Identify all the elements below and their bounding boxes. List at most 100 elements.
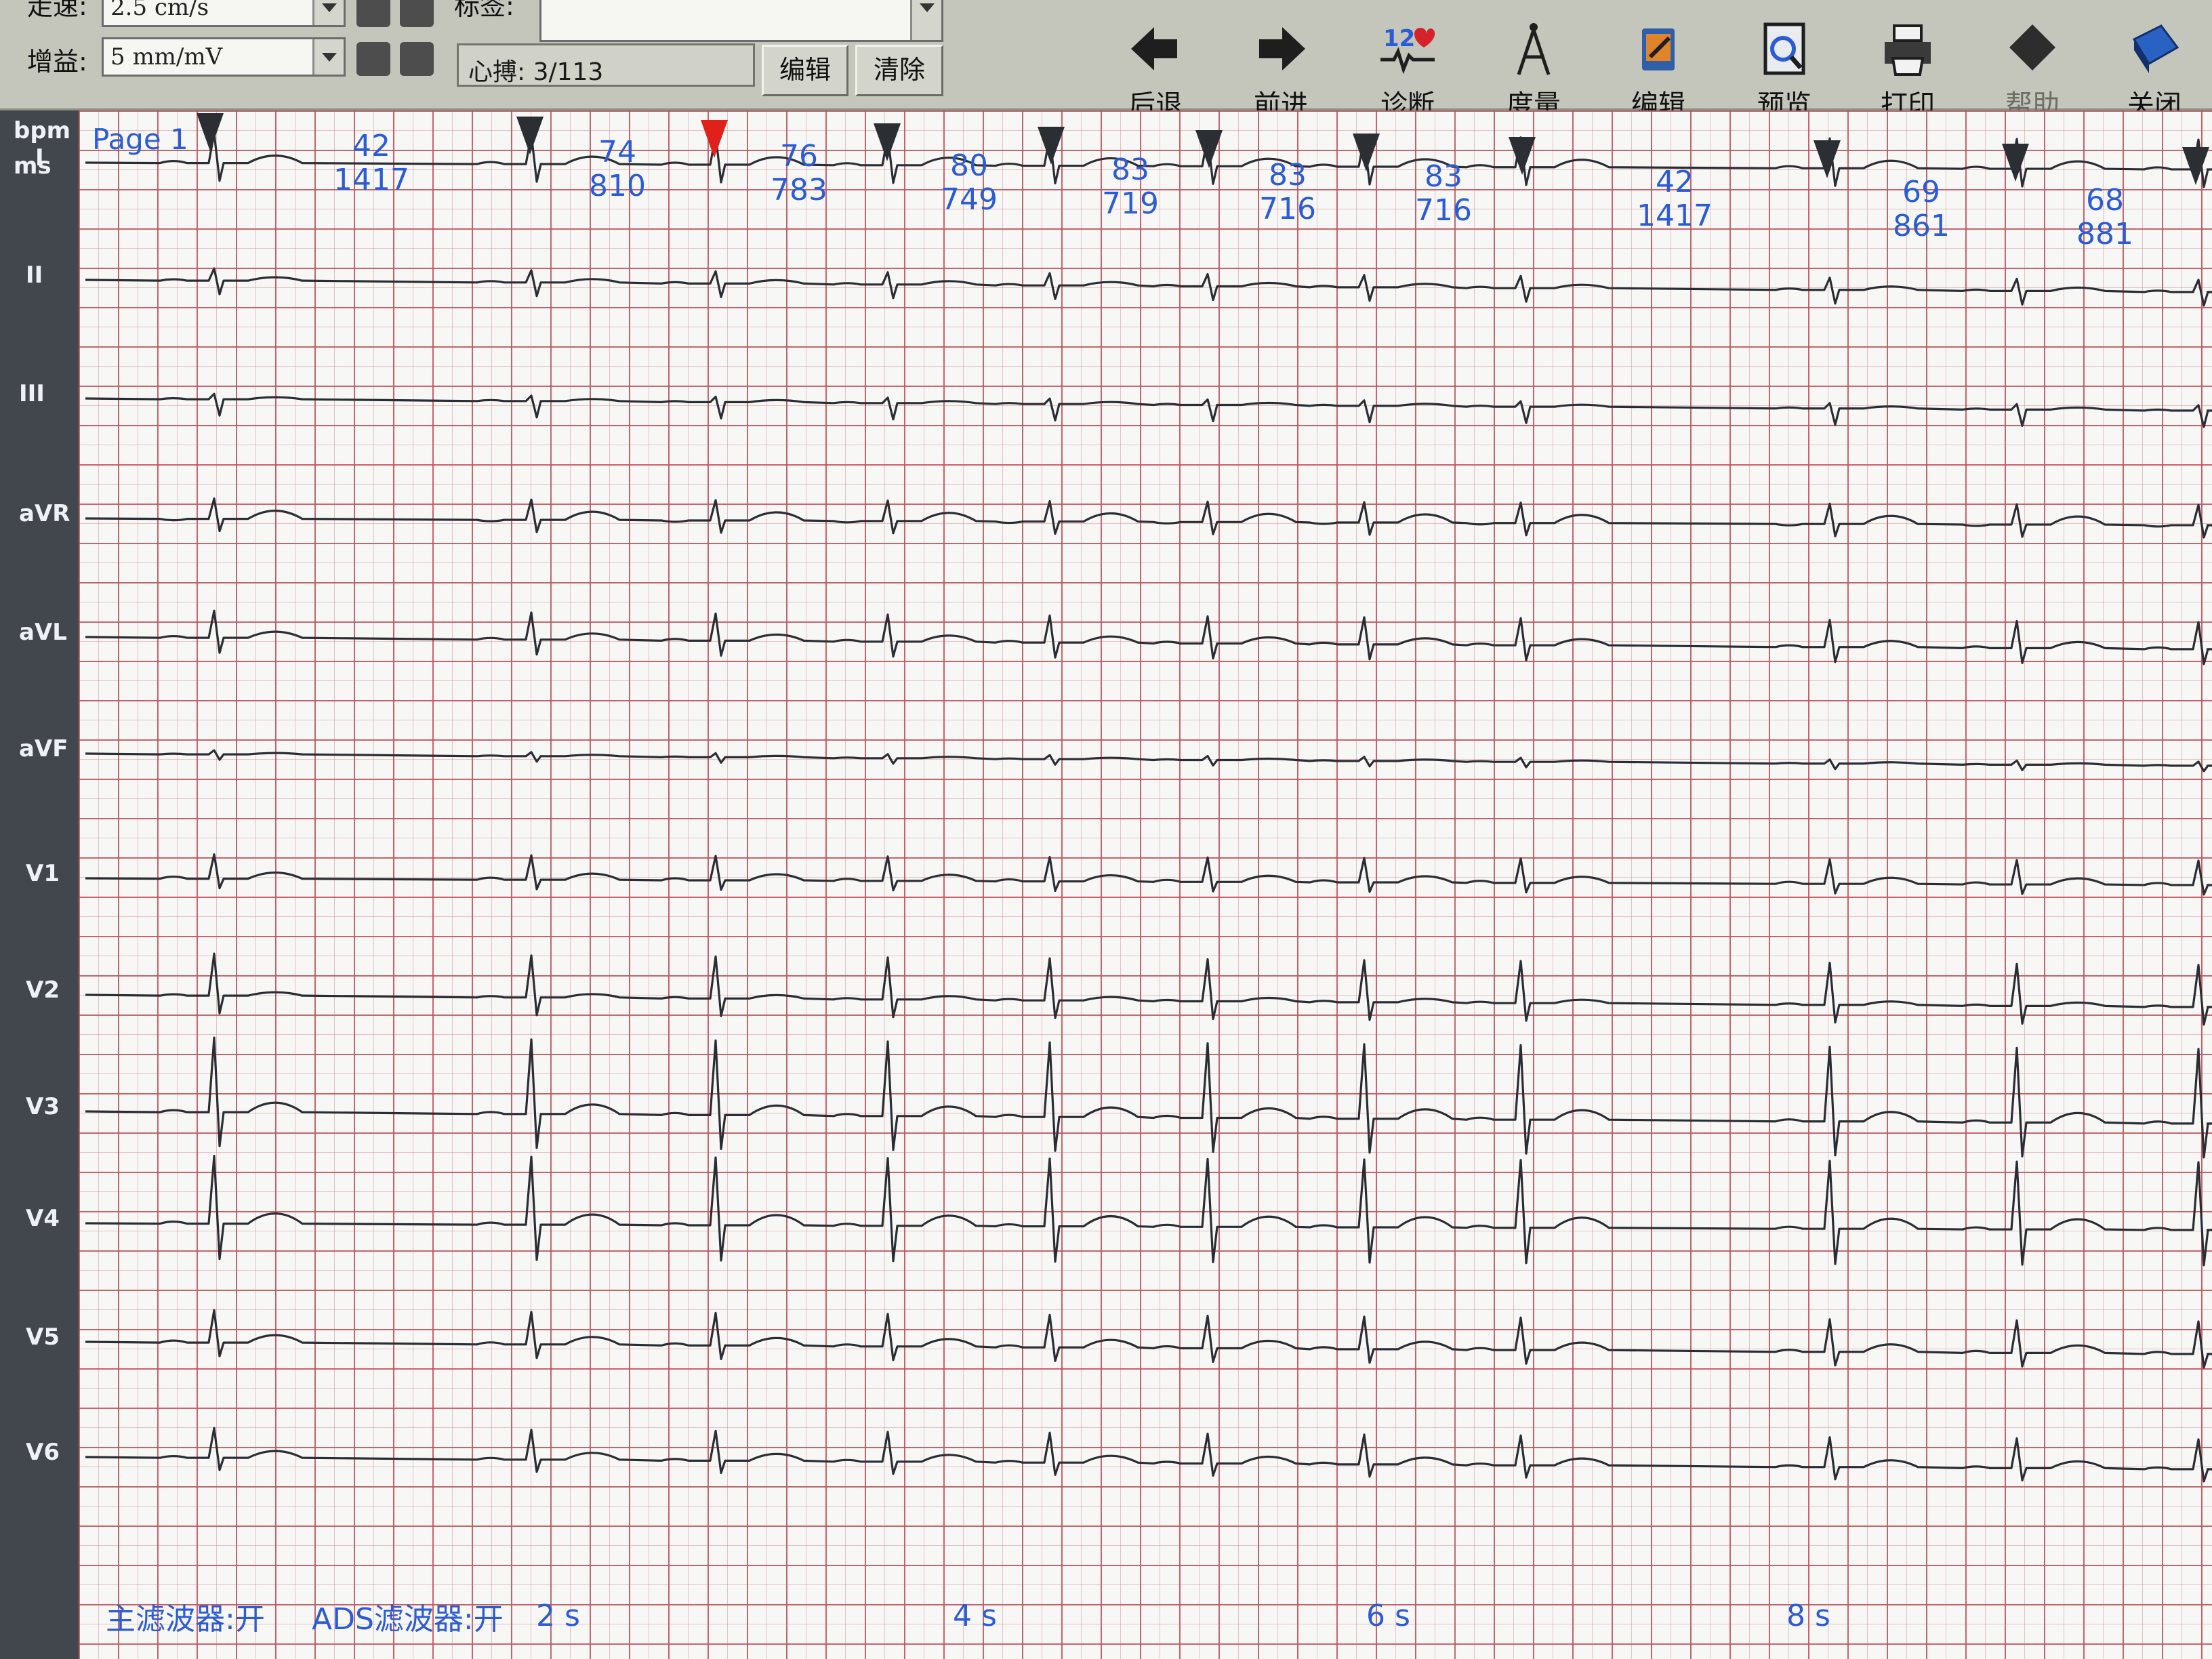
speed-value: 2.5 cm/s	[110, 0, 209, 21]
rr-interval-label: 881	[2076, 217, 2133, 251]
time-axis-label: 4 s	[953, 1599, 997, 1633]
lead-label-avr: aVR	[19, 500, 70, 527]
beat-rate-label: 80	[950, 148, 988, 183]
lead-label-rail: bpm ms I II III aVR aVL aVF V1 V2 V3 V4 V5 V6	[0, 110, 79, 1659]
ecg-strip[interactable]: Page 1 42 1417 74 810 76 783 80 749 83 719 83 716 83…	[79, 110, 2212, 1659]
beat-marker-selected[interactable]	[701, 120, 728, 158]
beat-marker[interactable]	[1038, 127, 1065, 165]
beat-rate-label: 83	[1425, 159, 1462, 194]
beat-marker[interactable]	[516, 117, 544, 155]
beat-marker[interactable]	[874, 123, 901, 161]
lead-label-avf: aVF	[19, 735, 68, 762]
beat-counter-text: 心搏: 3/113	[468, 58, 604, 86]
forward-arrow-icon	[1259, 27, 1305, 70]
beat-rate-label: 83	[1111, 152, 1149, 187]
scroll-right-icon[interactable]	[400, 42, 434, 76]
printer-icon	[1885, 24, 1931, 76]
speed-select[interactable]: 2.5 cm/s	[102, 0, 346, 27]
time-axis-label: 8 s	[1786, 1599, 1830, 1633]
lead-label-v1: V1	[26, 860, 60, 887]
ms-axis-label: ms	[14, 152, 52, 180]
rr-interval-label: 716	[1415, 193, 1472, 228]
toolbar: 走速: 2.5 cm/s 增益: 5 mm/mV 标签: 心搏: 3/113 编…	[0, 0, 2212, 121]
lead-label-i: I	[35, 144, 44, 171]
print-button[interactable]: 打印	[1857, 20, 1959, 121]
gain-select[interactable]: 5 mm/mV	[102, 37, 346, 77]
preview-button[interactable]: 预览	[1734, 20, 1835, 121]
lead-label-avl: aVL	[19, 619, 67, 646]
beat-rate-label: 76	[780, 139, 818, 173]
forward-button[interactable]: 前进	[1230, 20, 1332, 121]
close-book-icon	[2132, 24, 2179, 73]
ecg-trace-v3	[85, 1036, 2212, 1159]
beat-marker[interactable]	[1509, 137, 1536, 175]
main-filter-status: 主滤波器:开	[106, 1602, 265, 1637]
ecg-trace-avl	[85, 609, 2212, 665]
ads-filter-status: ADS滤波器:开	[312, 1602, 504, 1637]
gain-value: 5 mm/mV	[110, 43, 223, 70]
help-icon	[2009, 24, 2055, 70]
edit-icon	[1642, 28, 1675, 70]
beat-counter: 心搏: 3/113	[457, 43, 755, 87]
scroll-left-icon[interactable]	[356, 42, 390, 76]
beat-marker[interactable]	[197, 113, 224, 151]
compass-measure-icon	[1517, 23, 1551, 75]
beat-rate-label: 68	[2086, 183, 2124, 218]
svg-text:12: 12	[1383, 25, 1415, 52]
lead-label-v5: V5	[26, 1324, 60, 1351]
edit-tool-button[interactable]: 编辑	[1607, 20, 1709, 121]
ecg-trace-iii	[85, 392, 2212, 428]
beat-marker[interactable]	[1195, 130, 1223, 168]
lead-label-v4: V4	[26, 1205, 60, 1232]
measure-button[interactable]: 度量	[1483, 20, 1584, 121]
back-arrow-icon	[1131, 27, 1177, 70]
speed-label: 走速:	[27, 0, 87, 21]
ecg-trace-avr	[85, 497, 2212, 539]
back-button[interactable]: 后退	[1105, 20, 1206, 121]
beat-rate-label: 42	[352, 129, 390, 163]
rr-interval-label: 719	[1102, 186, 1159, 221]
preview-icon	[1763, 22, 1805, 75]
beat-rate-label: 74	[598, 135, 636, 169]
beat-rate-label: 69	[1902, 175, 1940, 209]
rr-interval-label: 810	[589, 169, 646, 203]
rr-interval-label: 716	[1259, 192, 1316, 226]
ecg-trace-v5	[85, 1309, 2212, 1369]
chevron-down-icon[interactable]	[910, 0, 941, 40]
gain-label: 增益:	[27, 47, 87, 77]
bpm-axis-label: bpm	[14, 117, 71, 144]
beat-rate-label: 83	[1269, 158, 1307, 192]
lead-label-v2: V2	[26, 977, 60, 1004]
ecg-trace-ii	[85, 267, 2212, 307]
edit-button[interactable]: 编辑	[762, 45, 848, 96]
chevron-down-icon[interactable]	[312, 39, 344, 75]
rr-interval-label: 1417	[1637, 199, 1713, 233]
ecg-trace-avf	[85, 749, 2212, 773]
help-button[interactable]: 帮助	[1982, 20, 2083, 121]
rr-interval-label: 749	[941, 182, 998, 217]
close-button[interactable]: 关闭	[2104, 20, 2205, 121]
beat-rate-label: 42	[1656, 165, 1694, 199]
time-axis-label: 6 s	[1366, 1599, 1410, 1633]
tag-select[interactable]	[539, 0, 943, 42]
zoom-out-icon[interactable]	[400, 0, 434, 27]
rr-interval-label: 861	[1893, 209, 1950, 243]
lead-label-v3: V3	[26, 1093, 60, 1120]
tag-label: 标签:	[454, 0, 514, 21]
clear-button[interactable]: 清除	[855, 45, 943, 96]
lead-label-v6: V6	[26, 1439, 60, 1466]
zoom-in-icon[interactable]	[356, 0, 390, 27]
diagnosis-12-lead-heart-icon: 12	[1380, 25, 1435, 75]
ecg-trace-v4	[85, 1155, 2212, 1267]
ecg-trace-v1	[85, 853, 2212, 896]
beat-marker[interactable]	[1814, 140, 1841, 178]
diagnosis-button[interactable]: 12 诊断	[1357, 20, 1458, 121]
lead-label-ii: II	[26, 262, 43, 289]
rr-interval-label: 1417	[333, 163, 409, 197]
ecg-trace-v2	[85, 952, 2212, 1026]
ecg-trace-v6	[85, 1427, 2212, 1483]
rr-interval-label: 783	[771, 173, 827, 207]
chevron-down-icon[interactable]	[312, 0, 344, 25]
time-axis-label: 2 s	[536, 1599, 580, 1633]
ecg-traces	[85, 113, 2212, 1483]
